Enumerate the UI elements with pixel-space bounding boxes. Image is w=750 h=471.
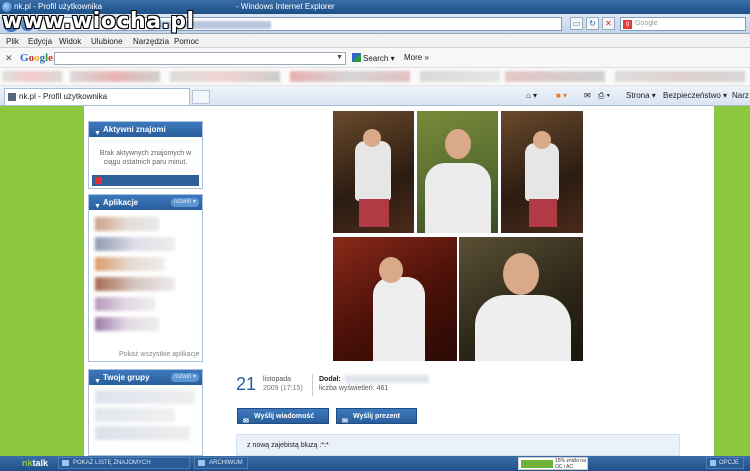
collapse-arrow-icon: ▼ (94, 203, 101, 210)
tab-label: nk.pl - Profil użytkownika (19, 92, 108, 101)
gear-icon (709, 460, 716, 466)
show-all-apps-link[interactable]: Pokaż wszystkie aplikacje (119, 351, 200, 358)
send-gift-button[interactable]: ✉ Wyślij prezent (336, 408, 417, 425)
photo-4[interactable] (333, 237, 457, 361)
apps-title: Aplikacje (103, 198, 139, 207)
groups-header[interactable]: ▼ Twoje grupy rozwiń ▾ (89, 370, 202, 385)
google-toolbar: ✕ Google ▼ Search ▾ More » (0, 48, 750, 68)
menu-bar: Plik Edycja Widok Ulubione Narzędzia Pom… (0, 34, 750, 48)
added-by-name-blurred[interactable] (345, 375, 429, 383)
close-toolbar-icon[interactable]: ✕ (5, 53, 13, 64)
divider (312, 374, 313, 396)
photo-3[interactable] (501, 111, 583, 233)
stop-button[interactable]: ✕ (602, 17, 615, 30)
status-busy-icon (95, 177, 102, 184)
status-bar[interactable] (92, 175, 199, 186)
menu-plik[interactable]: Plik (6, 37, 19, 46)
tools-menu[interactable]: Narz (732, 91, 749, 100)
groups-expand-button[interactable]: rozwiń ▾ (170, 373, 199, 382)
photo-comment: z nową zajebistą bluzą :*:* (236, 434, 680, 456)
groups-box: ▼ Twoje grupy rozwiń ▾ (88, 369, 203, 456)
photo-2[interactable] (417, 111, 498, 233)
collapse-arrow-icon: ▼ (94, 378, 101, 385)
menu-edycja[interactable]: Edycja (28, 37, 52, 46)
active-friends-title: Aktywni znajomi (103, 125, 166, 134)
home-icon[interactable]: ⌂ ▾ (526, 91, 537, 100)
links-bar-blurred (0, 68, 750, 86)
mail-icon[interactable]: ✉ (584, 91, 591, 100)
google-logo: Google (20, 52, 54, 64)
views-count: liczba wyświetleń: 461 (319, 385, 389, 392)
photo-month: listopada (263, 376, 292, 383)
watermark: www.wiocha.pl (2, 9, 195, 34)
apps-expand-button[interactable]: rozwiń ▾ (170, 198, 199, 207)
menu-ulubione[interactable]: Ulubione (91, 37, 123, 46)
groups-title: Twoje grupy (103, 373, 150, 382)
google-search-button[interactable]: Search ▾ (352, 53, 395, 63)
collapse-arrow-icon: ▼ (94, 130, 101, 137)
search-placeholder: Google (635, 20, 658, 27)
photo-date-time: 2009 (17:15) (263, 385, 303, 392)
search-icon (352, 53, 361, 62)
active-friends-header[interactable]: ▼ Aktywni znajomi (89, 122, 202, 137)
added-by-label: Dodał: (319, 376, 341, 383)
chevron-down-icon[interactable]: ▼ (336, 54, 343, 61)
new-tab-button[interactable] (192, 90, 210, 104)
menu-pomoc[interactable]: Pomoc (174, 37, 199, 46)
photo-1[interactable] (333, 111, 414, 233)
page-menu[interactable]: Strona ▾ (626, 91, 656, 100)
archive-icon (198, 460, 205, 466)
tab-nk-profile[interactable]: nk.pl - Profil użytkownika (4, 88, 190, 105)
gift-icon: ✉ (342, 418, 348, 425)
apps-box: ▼ Aplikacje rozwiń ▾ Pokaż wszystkie apl… (88, 194, 203, 362)
window-app-name: - Windows Internet Explorer (236, 2, 335, 11)
google-search-icon: g (623, 20, 632, 29)
nk-favicon-icon (8, 93, 16, 101)
friends-list-icon (62, 460, 69, 466)
refresh-button[interactable]: ↻ (586, 17, 599, 30)
nk-talk-bar: nktalk POKAŻ LISTĘ ZNAJOMYCH ARCHIWUM 15… (0, 456, 750, 471)
show-friends-list-button[interactable]: POKAŻ LISTĘ ZNAJOMYCH (58, 457, 190, 469)
apps-header[interactable]: ▼ Aplikacje rozwiń ▾ (89, 195, 202, 210)
search-input[interactable]: g Google (620, 17, 746, 31)
google-more-button[interactable]: More » (404, 53, 429, 62)
options-button[interactable]: OPCJE (705, 457, 744, 469)
rss-icon[interactable]: ■ ▾ (556, 91, 567, 100)
safety-menu[interactable]: Bezpieczeństwo ▾ (663, 91, 727, 100)
photo-5[interactable] (459, 237, 583, 361)
google-toolbar-search-input[interactable]: ▼ (54, 52, 346, 65)
no-active-friends-message: Brak aktywnych znajomych w ciągu ostatni… (99, 150, 192, 166)
menu-narzedzia[interactable]: Narzędzia (133, 37, 169, 46)
send-message-button[interactable]: ✉ Wyślij wiadomość (237, 408, 329, 425)
menu-widok[interactable]: Widok (59, 37, 81, 46)
compat-view-button[interactable]: ▭ (570, 17, 583, 30)
archive-button[interactable]: ARCHIWUM (194, 457, 248, 469)
nk-talk-logo: nktalk (22, 458, 49, 468)
photo-day: 21 (236, 374, 257, 394)
insurance-ad[interactable]: 15% zniżki na OC i AC (518, 457, 588, 470)
active-friends-box: ▼ Aktywni znajomi Brak aktywnych znajomy… (88, 121, 203, 189)
ad-logo (521, 460, 553, 468)
print-icon[interactable]: ⎙ ▾ (598, 91, 610, 101)
envelope-icon: ✉ (243, 418, 249, 425)
